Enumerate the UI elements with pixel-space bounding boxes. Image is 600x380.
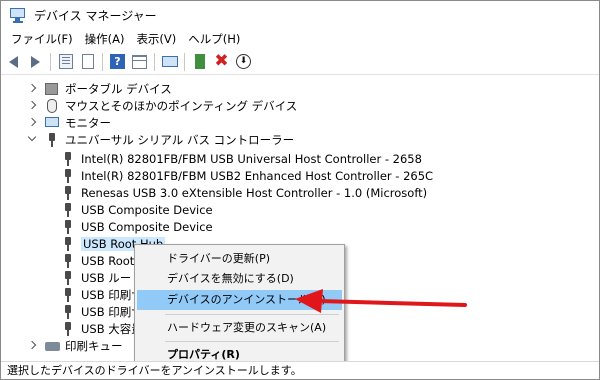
tree-device-item[interactable]: USB 印刷サ [61,286,143,303]
device-manager-window: デバイス マネージャー ファイル(F) 操作(A) 表示(V) ヘルプ(H) ?… [0,0,600,380]
context-menu-separator [165,314,339,315]
toolbar-separator [50,52,51,71]
tree-category-label: マウスとそのほかのポインティング デバイス [65,98,298,113]
usb-icon [45,132,59,147]
monitor-icon [45,116,59,130]
chevron-right-icon[interactable] [27,100,37,110]
back-arrow-icon[interactable] [4,52,23,71]
tree-device-item[interactable]: Renesas USB 3.0 eXtensible Host Controll… [61,184,427,201]
printer-icon [45,339,60,353]
tree-device-item[interactable]: USB 大容量 [61,320,143,337]
usb-icon [61,321,75,336]
window-title: デバイス マネージャー [34,8,157,23]
chevron-right-icon[interactable] [27,83,37,93]
chevron-right-icon[interactable] [27,117,37,127]
document-icon[interactable] [78,52,97,71]
toolbar: ? ✖ ⬇ [1,49,599,75]
tree-category-label: ポータブル デバイス [65,81,172,96]
tree-category-label: モニター [65,115,111,130]
context-menu: ドライバーの更新(P) デバイスを無効にする(D) デバイスのアンインストール(… [134,244,345,366]
usb-icon [61,270,75,285]
context-menu-scan-hardware[interactable]: ハードウェア変更のスキャン(A) [137,318,342,338]
usb-icon [61,304,75,319]
chevron-down-icon[interactable] [27,132,37,142]
usb-icon [61,151,75,166]
help-icon[interactable]: ? [108,52,127,71]
update-driver-icon[interactable]: ⬇ [234,52,253,71]
tree-category-print-queue[interactable]: 印刷キュー [27,337,123,354]
usb-icon [61,185,75,200]
device-manager-icon [10,7,26,23]
context-menu-uninstall-device[interactable]: デバイスのアンインストール(U) [137,290,342,310]
portable-device-icon [45,82,59,96]
mouse-icon [45,98,59,113]
usb-icon [61,253,75,268]
tree-device-label: USB Composite Device [81,219,213,234]
toolbar-separator [154,52,155,71]
menu-action[interactable]: 操作(A) [79,29,131,49]
tree-device-item[interactable]: Intel(R) 82801FB/FBM USB2 Enhanced Host … [61,167,433,184]
tree-category-label: 印刷キュー [65,338,123,353]
usb-icon [61,287,75,302]
uninstall-x-icon[interactable]: ✖ [212,52,231,71]
menu-view[interactable]: 表示(V) [130,29,182,49]
usb-icon [61,202,75,217]
tree-category-mouse[interactable]: マウスとそのほかのポインティング デバイス [27,97,298,114]
status-bar: 選択したデバイスのドライバーをアンインストールします。 [1,361,599,379]
toolbar-separator [102,52,103,71]
menu-file[interactable]: ファイル(F) [5,29,79,49]
tree-device-item[interactable]: USB Composite Device [61,218,213,235]
tree-category-usb[interactable]: ユニバーサル シリアル バス コントローラー [27,131,295,148]
title-bar: デバイス マネージャー [1,1,599,29]
tree-device-label: Intel(R) 82801FB/FBM USB2 Enhanced Host … [81,168,434,183]
scan-hardware-icon[interactable] [160,52,179,71]
usb-icon [61,236,75,251]
tree-device-item[interactable]: USB 印刷サ [61,303,143,320]
usb-icon [61,219,75,234]
menu-help[interactable]: ヘルプ(H) [182,29,246,49]
tree-device-label: Renesas USB 3.0 eXtensible Host Controll… [81,185,428,200]
tree-category-label: ユニバーサル シリアル バス コントローラー [65,132,295,147]
tree-device-item[interactable]: USB Composite Device [61,201,213,218]
properties-icon[interactable] [56,52,75,71]
add-driver-icon[interactable] [190,52,209,71]
tree-category-portable[interactable]: ポータブル デバイス [27,80,172,97]
forward-arrow-icon[interactable] [26,52,45,71]
tree-device-label: USB Composite Device [81,202,213,217]
tree-category-monitor[interactable]: モニター [27,114,111,131]
menu-bar: ファイル(F) 操作(A) 表示(V) ヘルプ(H) [1,29,599,49]
tree-device-label: Intel(R) 82801FB/FBM USB Universal Host … [81,151,422,166]
usb-icon [61,168,75,183]
toolbar-separator [184,52,185,71]
context-menu-update-driver[interactable]: ドライバーの更新(P) [137,249,342,269]
context-menu-disable-device[interactable]: デバイスを無効にする(D) [137,269,342,289]
chevron-right-icon[interactable] [27,340,37,350]
tree-device-item[interactable]: Intel(R) 82801FB/FBM USB Universal Host … [61,150,422,167]
table-view-icon[interactable] [130,52,149,71]
context-menu-separator [165,341,339,342]
